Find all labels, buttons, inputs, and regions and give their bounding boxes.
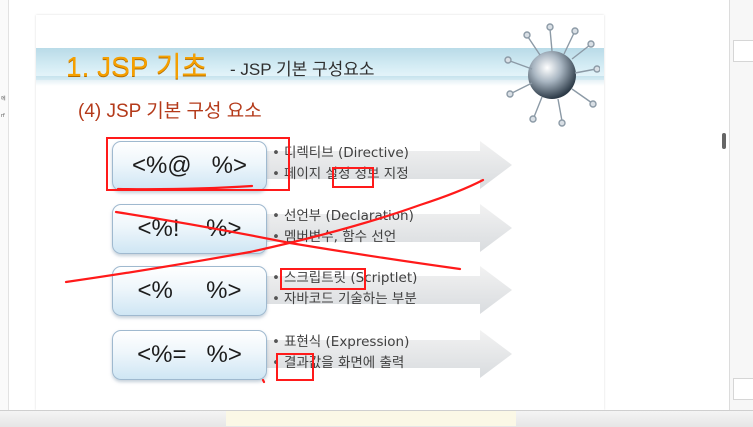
- component-row-declaration: <%! %> • 선언부 (Declaration) • 멤버변수, 함수 선언: [36, 202, 604, 258]
- description-title: 표현식 (Expression): [283, 334, 410, 350]
- component-row-directive: <%@ %> • 디렉티브 (Directive) • 페이지 설정 정보 지정: [36, 139, 604, 195]
- description-text: 페이지 설정 정보 지정: [283, 166, 409, 182]
- side-tab[interactable]: [733, 378, 753, 400]
- slide-title: 1. JSP 기초: [66, 51, 208, 82]
- status-bar: [0, 410, 753, 427]
- description-text: 멤버변수, 함수 선언: [283, 229, 397, 245]
- description: • 표현식 (Expression) • 결과값을 화면에 출력: [272, 334, 410, 371]
- component-row-scriptlet: <% %> • 스크립트릿 (Scriptlet) • 자바코드 기술하는 부분: [36, 264, 604, 320]
- horizontal-scroll-thumb[interactable]: [226, 411, 516, 426]
- side-tab[interactable]: [733, 40, 753, 62]
- description-text: 자바코드 기술하는 부분: [283, 291, 417, 307]
- description: • 스크립트릿 (Scriptlet) • 자바코드 기술하는 부분: [272, 270, 418, 307]
- slide-title-sub: - JSP 기본 구성요소: [230, 60, 375, 79]
- tag-box: <%@ %>: [112, 141, 267, 191]
- description-title: 스크립트릿 (Scriptlet): [283, 270, 418, 286]
- globe-icon: [504, 23, 600, 127]
- description-text: 결과값을 화면에 출력: [283, 355, 405, 371]
- scroll-marker[interactable]: [722, 133, 726, 149]
- section-subtitle: (4) JSP 기본 구성 요소: [78, 101, 262, 122]
- left-panel-text: rf: [1, 113, 5, 119]
- presentation-slide: 1. JSP 기초 - JSP 기본 구성요소 (4) JSP 기본 구성 요소: [36, 15, 604, 410]
- component-row-expression: <%= %> • 표현식 (Expression) • 결과값을 화면에 출력: [36, 328, 604, 384]
- tag-box: <%= %>: [112, 330, 267, 380]
- left-panel-text: 에: [1, 96, 6, 102]
- description-title: 디렉티브 (Directive): [283, 145, 409, 161]
- description: • 디렉티브 (Directive) • 페이지 설정 정보 지정: [272, 145, 409, 182]
- description: • 선언부 (Declaration) • 멤버변수, 함수 선언: [272, 208, 414, 245]
- right-side-panel: [722, 0, 753, 410]
- tag-box: <% %>: [112, 266, 267, 316]
- tag-box: <%! %>: [112, 204, 267, 254]
- description-title: 선언부 (Declaration): [283, 208, 414, 224]
- left-side-panel: 에 rf: [0, 0, 9, 410]
